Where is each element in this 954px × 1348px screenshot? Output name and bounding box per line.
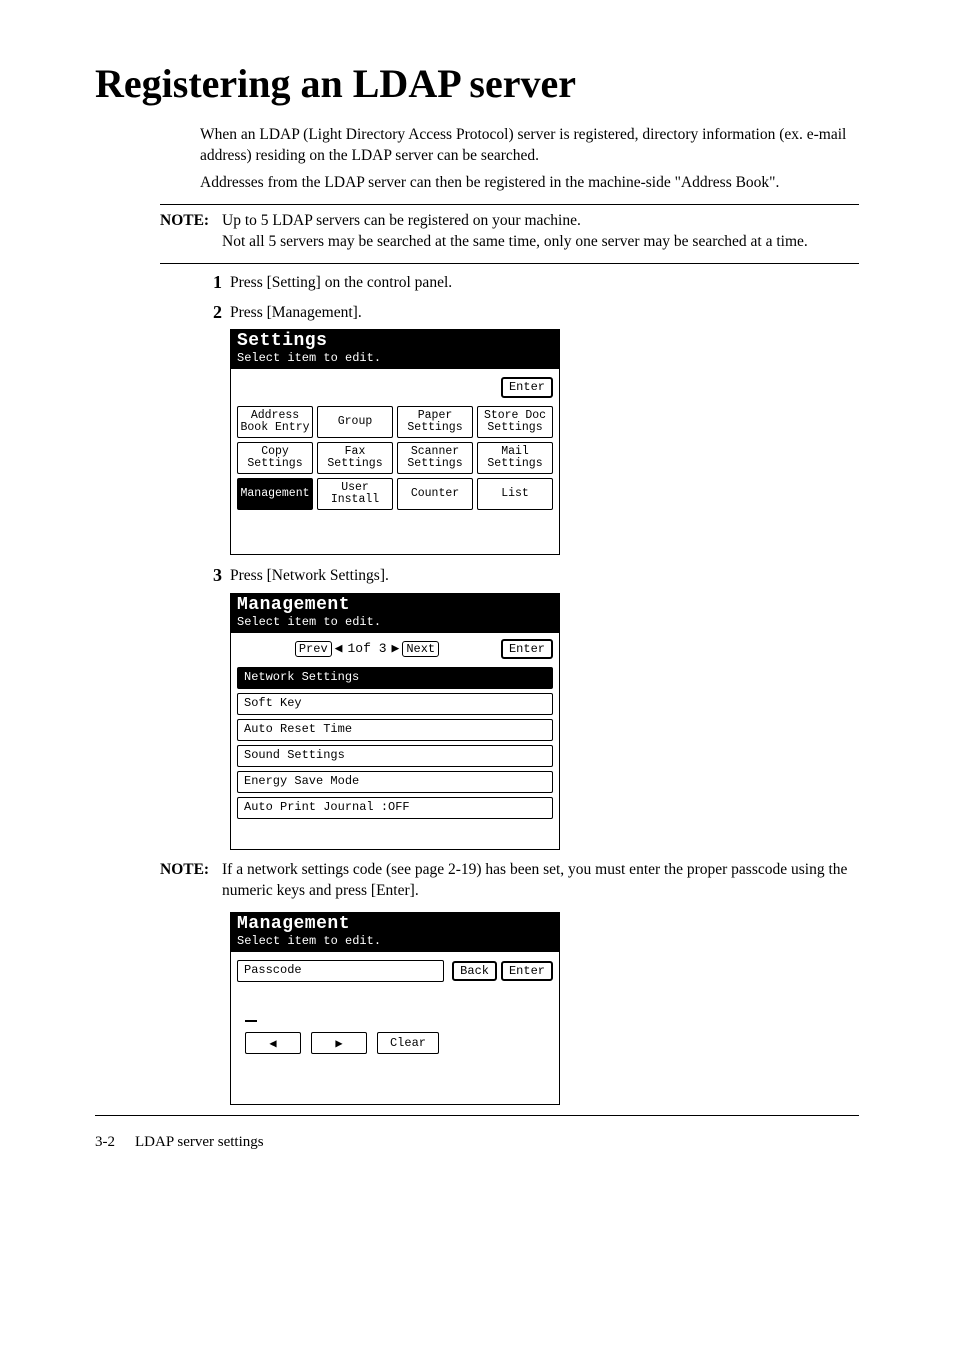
step-text: Press [Management]. <box>230 302 362 324</box>
page-footer: 3-2 LDAP server settings <box>95 1134 859 1151</box>
settings-item[interactable]: CopySettings <box>237 442 313 474</box>
left-arrow-icon: ◀ <box>335 641 343 656</box>
settings-item[interactable]: FaxSettings <box>317 442 393 474</box>
footer-section-title: LDAP server settings <box>135 1134 264 1151</box>
lcd-management-screen: Management Select item to edit. Prev ◀ 1… <box>230 593 560 850</box>
settings-item[interactable]: Store DocSettings <box>477 406 553 438</box>
step-number: 1 <box>200 272 222 294</box>
management-item[interactable]: Auto Reset Time <box>237 719 553 741</box>
note-label: NOTE: <box>160 860 222 902</box>
lcd-subtitle: Select item to edit. <box>237 615 553 629</box>
settings-grid: AddressBook EntryGroupPaperSettingsStore… <box>237 406 553 510</box>
settings-item[interactable]: Management <box>237 478 313 510</box>
passcode-input-area[interactable] <box>245 996 289 1022</box>
lcd-title: Settings <box>237 332 553 350</box>
enter-button[interactable]: Enter <box>501 639 553 659</box>
settings-item[interactable]: Counter <box>397 478 473 510</box>
page-indicator: 1of 3 <box>347 641 386 656</box>
settings-item[interactable]: PaperSettings <box>397 406 473 438</box>
management-item[interactable]: Network Settings <box>237 667 553 689</box>
step-2: 2 Press [Management]. <box>200 302 859 324</box>
step-text: Press [Network Settings]. <box>230 565 389 587</box>
settings-item[interactable]: ScannerSettings <box>397 442 473 474</box>
lcd-settings-screen: Settings Select item to edit. Enter Addr… <box>230 329 560 554</box>
right-arrow-icon: ▶ <box>392 641 400 656</box>
management-item[interactable]: Sound Settings <box>237 745 553 767</box>
lcd-title: Management <box>237 915 553 933</box>
step-number: 2 <box>200 302 222 324</box>
enter-button[interactable]: Enter <box>501 377 553 397</box>
settings-item[interactable]: MailSettings <box>477 442 553 474</box>
settings-item[interactable]: List <box>477 478 553 510</box>
note1-line2: Not all 5 servers may be searched at the… <box>222 232 859 253</box>
divider <box>160 204 859 205</box>
management-item[interactable]: Soft Key <box>237 693 553 715</box>
cursor-right-button[interactable]: ▶ <box>311 1032 367 1054</box>
page-title: Registering an LDAP server <box>95 60 859 107</box>
footer-page-number: 3-2 <box>95 1134 115 1151</box>
note-block-2: NOTE: If a network settings code (see pa… <box>160 860 859 902</box>
intro-p2: Addresses from the LDAP server can then … <box>200 173 859 194</box>
intro-p1: When an LDAP (Light Directory Access Pro… <box>200 125 859 167</box>
cursor-left-button[interactable]: ◀ <box>245 1032 301 1054</box>
management-item[interactable]: Energy Save Mode <box>237 771 553 793</box>
divider <box>160 263 859 264</box>
intro-block: When an LDAP (Light Directory Access Pro… <box>200 125 859 194</box>
settings-item[interactable]: UserInstall <box>317 478 393 510</box>
clear-button[interactable]: Clear <box>377 1032 439 1054</box>
management-list: Network Settings Soft Key Auto Reset Time S… <box>237 667 553 819</box>
lcd-passcode-screen: Management Select item to edit. Passcode… <box>230 912 560 1105</box>
back-button[interactable]: Back <box>452 961 497 981</box>
note-block-1: NOTE: Up to 5 LDAP servers can be regist… <box>160 211 859 253</box>
settings-item[interactable]: Group <box>317 406 393 438</box>
prev-button[interactable]: Prev <box>295 641 332 657</box>
note-label: NOTE: <box>160 211 222 253</box>
lcd-subtitle: Select item to edit. <box>237 934 553 948</box>
step-number: 3 <box>200 565 222 587</box>
passcode-field[interactable]: Passcode <box>237 960 444 982</box>
enter-button[interactable]: Enter <box>501 961 553 981</box>
step-1: 1 Press [Setting] on the control panel. <box>200 272 859 294</box>
step-3: 3 Press [Network Settings]. <box>200 565 859 587</box>
step-text: Press [Setting] on the control panel. <box>230 272 452 294</box>
management-item[interactable]: Auto Print Journal :OFF <box>237 797 553 819</box>
divider <box>95 1115 859 1116</box>
settings-item[interactable]: AddressBook Entry <box>237 406 313 438</box>
lcd-subtitle: Select item to edit. <box>237 351 553 365</box>
next-button[interactable]: Next <box>402 641 439 657</box>
note1-line1: Up to 5 LDAP servers can be registered o… <box>222 211 859 232</box>
note2-text: If a network settings code (see page 2-1… <box>222 860 859 902</box>
lcd-title: Management <box>237 596 553 614</box>
